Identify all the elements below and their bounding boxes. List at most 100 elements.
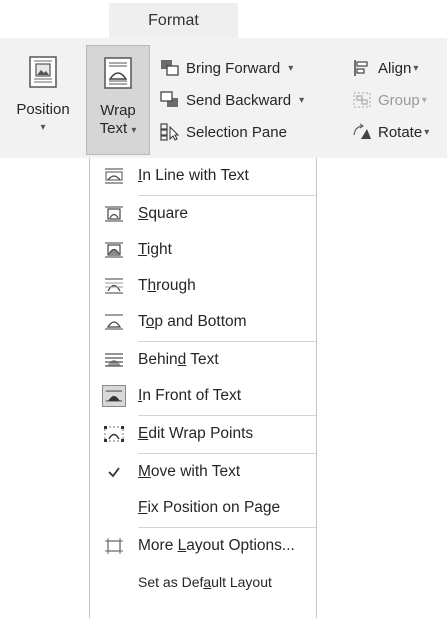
- menu-item-through[interactable]: Through: [90, 268, 316, 304]
- menu-item-label: In Front of Text: [138, 387, 241, 405]
- menu-gutter: [90, 304, 138, 340]
- bring-forward-icon: [161, 60, 179, 76]
- menu-item-label: Fix Position on Page: [138, 499, 280, 517]
- selected-indicator: [102, 385, 126, 407]
- wrap-label-1: Wrap: [100, 102, 136, 119]
- square-wrap-icon: [105, 206, 123, 222]
- menu-item-in-line-with-text[interactable]: In Line with Text: [90, 158, 316, 194]
- label-post: ayout Options...: [186, 537, 295, 554]
- label-pre: Set as Def: [138, 574, 204, 590]
- label-post: ix Position on Page: [147, 499, 281, 516]
- menu-gutter: [90, 564, 138, 600]
- menu-item-set-as-default-layout[interactable]: Set as Default Layout: [90, 564, 316, 600]
- menu-item-fix-position-on-page[interactable]: Fix Position on Page: [90, 490, 316, 526]
- menu-item-edit-wrap-points[interactable]: Edit Wrap Points: [90, 416, 316, 452]
- wrap-caret: ▾: [131, 125, 137, 136]
- label-post: ult Layout: [211, 574, 272, 590]
- menu-gutter: [90, 232, 138, 268]
- label-post: n Line with Text: [142, 167, 249, 184]
- label-post: n Front of Text: [142, 387, 242, 404]
- rotate-caret: ▾: [424, 126, 430, 138]
- label-pre: T: [138, 313, 146, 330]
- group-button[interactable]: Group ▾: [352, 88, 427, 112]
- group-icon: [353, 92, 371, 108]
- label-accel: d: [177, 351, 187, 368]
- menu-item-label: Tight: [138, 241, 172, 259]
- label-accel: T: [138, 241, 147, 258]
- position-icon: [29, 56, 57, 88]
- rotate-icon: [353, 123, 371, 139]
- align-button[interactable]: Align ▾: [352, 56, 418, 80]
- menu-gutter: [90, 490, 138, 526]
- label-pre: More: [138, 537, 178, 554]
- menu-item-square[interactable]: Square: [90, 196, 316, 232]
- label-post: ight: [146, 241, 172, 258]
- selection-pane-label: Selection Pane: [186, 123, 287, 141]
- label-accel: S: [138, 205, 149, 222]
- edit-wrap-points-icon: [104, 426, 124, 442]
- label-post: Text: [186, 351, 219, 368]
- label-accel: L: [177, 537, 187, 554]
- menu-item-label: Top and Bottom: [138, 313, 247, 331]
- tab-format-label: Format: [148, 11, 199, 29]
- selection-pane-icon: [160, 123, 180, 141]
- inline-icon: [105, 168, 123, 184]
- menu-item-behind-text[interactable]: Behind Text: [90, 342, 316, 378]
- label-accel: a: [203, 574, 212, 590]
- label-post: quare: [148, 205, 188, 222]
- wrap-label-2: Text: [99, 120, 128, 137]
- through-wrap-icon: [105, 278, 123, 294]
- menu-gutter: [90, 528, 138, 564]
- in-front-text-icon: [105, 390, 123, 402]
- send-backward-caret: ▾: [299, 94, 305, 106]
- rotate-label: Rotate: [378, 123, 423, 141]
- position-label: Position: [16, 101, 70, 118]
- group-caret: ▾: [421, 94, 427, 106]
- label-post: dit Wrap Points: [148, 425, 254, 442]
- wrap-label-2-row: Text ▾: [87, 120, 149, 140]
- send-backward-icon: [160, 91, 178, 107]
- position-caret: ▾: [40, 122, 46, 133]
- menu-gutter: [90, 454, 138, 490]
- label-accel: E: [138, 425, 149, 442]
- menu-item-tight[interactable]: Tight: [90, 232, 316, 268]
- menu-gutter: [90, 416, 138, 452]
- bring-forward-button[interactable]: Bring Forward ▾: [160, 56, 293, 80]
- menu-item-top-and-bottom[interactable]: Top and Bottom: [90, 304, 316, 340]
- label-accel: M: [138, 463, 151, 480]
- menu-gutter: [90, 158, 138, 194]
- top-bottom-wrap-icon: [105, 314, 123, 330]
- behind-text-icon: [105, 353, 123, 367]
- menu-gutter: [90, 342, 138, 378]
- menu-item-label: Through: [138, 277, 196, 295]
- align-label: Align: [378, 59, 412, 77]
- send-backward-button[interactable]: Send Backward ▾: [160, 88, 304, 112]
- ribbon: Format Position ▾ Wrap Text ▾ Bring Forw…: [0, 0, 447, 158]
- menu-item-more-layout-options[interactable]: More Layout Options...: [90, 528, 316, 564]
- menu-item-label: More Layout Options...: [138, 537, 295, 555]
- group-label: Group: [378, 91, 420, 109]
- wrap-text-menu: In Line with Text Square Tight Through T…: [89, 158, 317, 618]
- menu-gutter: [90, 378, 138, 414]
- checkmark-icon: [108, 467, 120, 478]
- wrap-text-button[interactable]: Wrap Text ▾: [86, 45, 150, 155]
- menu-item-in-front-of-text[interactable]: In Front of Text: [90, 378, 316, 414]
- bring-forward-caret: ▾: [288, 62, 294, 74]
- menu-gutter: [90, 196, 138, 232]
- selection-pane-button[interactable]: Selection Pane: [160, 120, 287, 144]
- position-button[interactable]: Position ▾: [0, 45, 86, 155]
- menu-item-label: Set as Default Layout: [138, 574, 272, 590]
- label-post: ove with Text: [150, 463, 241, 480]
- menu-item-move-with-text[interactable]: Move with Text: [90, 454, 316, 490]
- label-post: rough: [156, 277, 196, 294]
- layout-options-icon: [105, 538, 123, 554]
- bring-forward-label: Bring Forward: [186, 59, 281, 77]
- menu-item-label: Square: [138, 205, 188, 223]
- wrap-text-icon: [104, 57, 132, 89]
- align-caret: ▾: [413, 62, 419, 74]
- rotate-button[interactable]: Rotate ▾: [352, 120, 429, 144]
- menu-item-label: Edit Wrap Points: [138, 425, 253, 443]
- tight-wrap-icon: [105, 242, 123, 258]
- menu-gutter: [90, 268, 138, 304]
- tab-format[interactable]: Format: [109, 3, 238, 38]
